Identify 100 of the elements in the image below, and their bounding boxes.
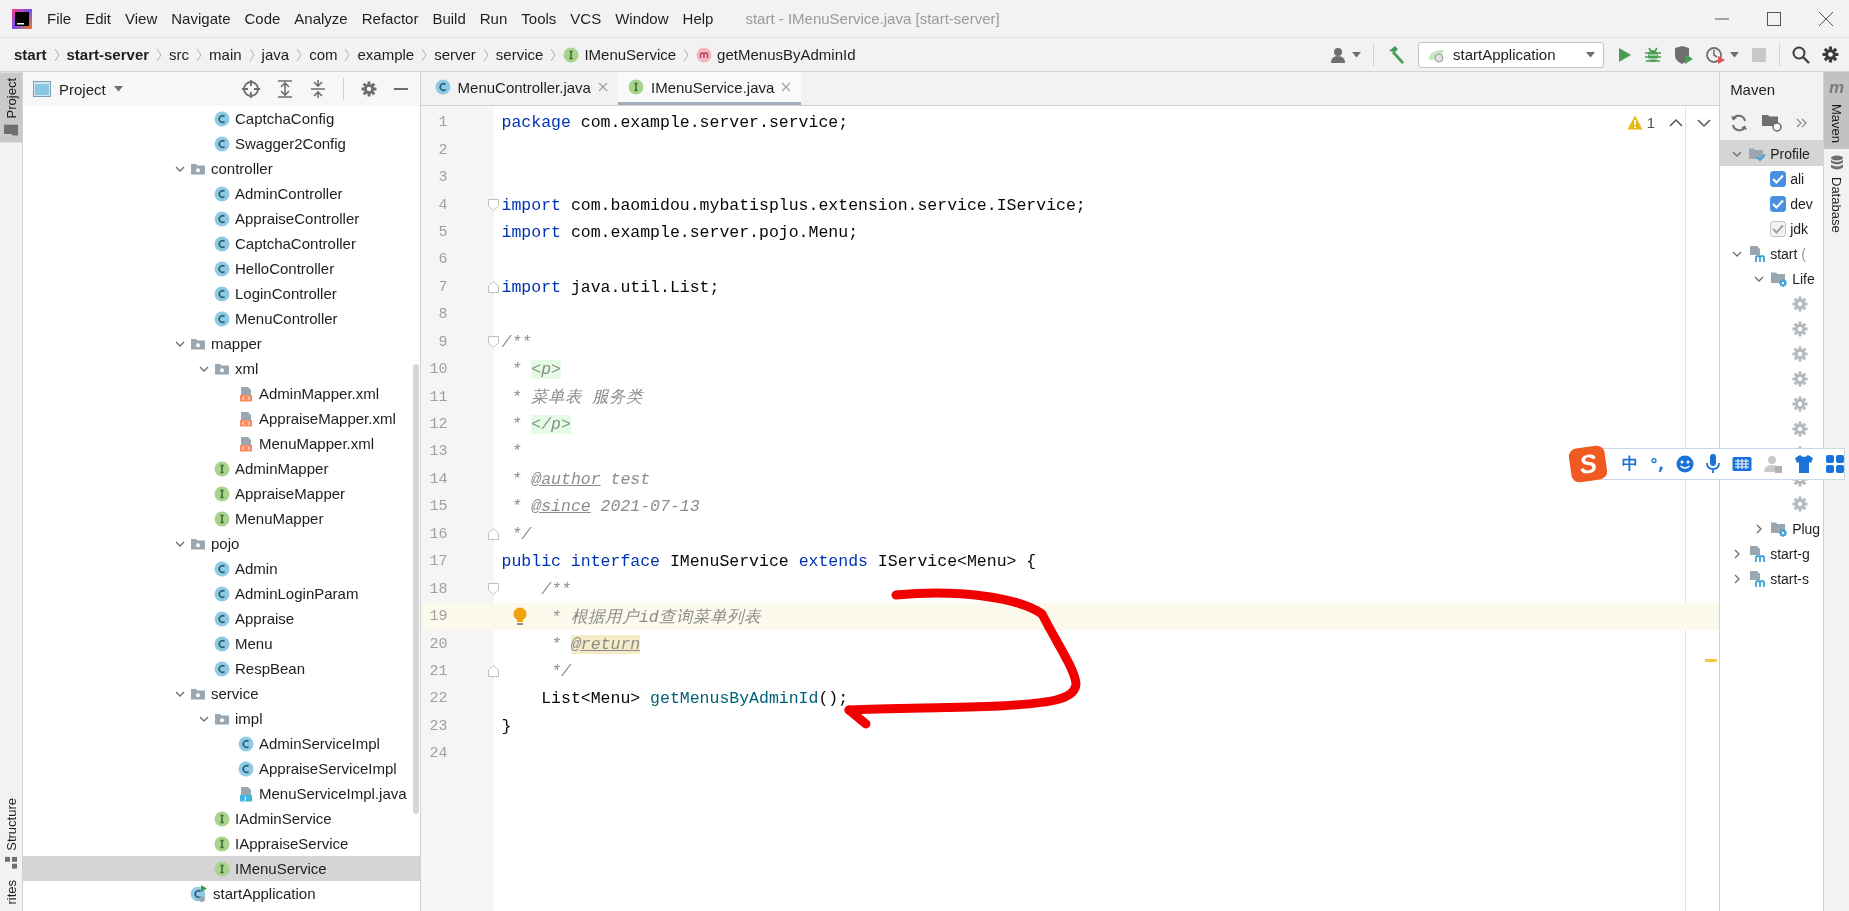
tree-item[interactable]: Profile — [1720, 141, 1823, 166]
tree-item[interactable]: IMenuService — [23, 856, 420, 881]
maximize-icon[interactable] — [1767, 11, 1781, 26]
menubar-entry[interactable]: Refactor — [354, 10, 426, 27]
tree-item[interactable]: IAppraiseService — [23, 831, 420, 856]
close-icon[interactable] — [1819, 11, 1833, 26]
tree-item[interactable]: start-s — [1720, 566, 1823, 591]
tree-item[interactable]: service — [23, 681, 420, 706]
tree-item[interactable]: Life — [1720, 266, 1823, 291]
breadcrumb-item[interactable]: com — [309, 46, 338, 63]
breadcrumb-item[interactable]: java — [261, 46, 290, 63]
run-configuration-dropdown[interactable]: startApplication — [1418, 41, 1604, 68]
breadcrumb-item[interactable]: IMenuService — [563, 46, 677, 63]
breadcrumb-item[interactable]: src — [169, 46, 190, 63]
tree-item[interactable]: IAdminService — [23, 806, 420, 831]
menubar-entry[interactable]: Help — [675, 10, 721, 27]
tree-item[interactable]: MenuController — [23, 306, 420, 331]
editor-tab[interactable]: IMenuService.java — [617, 72, 802, 105]
search-icon[interactable] — [1792, 45, 1810, 64]
tree-item[interactable]: MenuServiceImpl.java — [23, 781, 420, 806]
checkbox[interactable] — [1770, 195, 1787, 212]
emoji-icon[interactable] — [1676, 455, 1695, 473]
tool-window-tab[interactable]: Structure — [0, 791, 22, 875]
tree-item[interactable]: mapper — [23, 331, 420, 356]
menubar-entry[interactable]: Code — [237, 10, 288, 27]
locate-icon[interactable] — [241, 80, 260, 98]
tree-item[interactable]: AppraiseMapper — [23, 481, 420, 506]
keyboard-icon[interactable] — [1732, 456, 1753, 472]
fold-marker-icon[interactable] — [487, 665, 499, 678]
expand-all-icon[interactable] — [276, 80, 293, 98]
tree-item[interactable]: CaptchaConfig — [23, 106, 420, 131]
tree-item[interactable]: AdminServiceImpl — [23, 731, 420, 756]
menubar-entry[interactable]: Window — [608, 10, 676, 27]
tree-item[interactable]: AppraiseServiceImpl — [23, 756, 420, 781]
more-icon[interactable] — [1796, 118, 1809, 128]
settings-icon[interactable] — [1822, 46, 1839, 63]
tree-item[interactable]: Admin — [23, 556, 420, 581]
tree-item[interactable]: pojo — [23, 531, 420, 556]
breadcrumb-item[interactable]: example — [357, 46, 415, 63]
tool-window-tab[interactable]: Database — [1824, 149, 1849, 239]
tree-item[interactable]: start-g — [1720, 541, 1823, 566]
fold-marker-icon[interactable] — [487, 336, 499, 349]
warning-count[interactable]: 1 — [1626, 114, 1656, 131]
menubar-entry[interactable]: Analyze — [287, 10, 355, 27]
collapse-all-icon[interactable] — [309, 80, 326, 98]
microphone-icon[interactable] — [1706, 454, 1721, 474]
previous-icon[interactable] — [1669, 117, 1684, 128]
tree-item[interactable]: AppraiseController — [23, 206, 420, 231]
profiler-icon[interactable] — [1706, 45, 1726, 64]
tree-item[interactable]: LoginController — [23, 281, 420, 306]
checkbox[interactable] — [1770, 170, 1787, 187]
tree-item[interactable]: MenuMapper.xml — [23, 431, 420, 456]
lightbulb-icon[interactable] — [512, 606, 527, 627]
tree-item[interactable]: AdminMapper — [23, 456, 420, 481]
menubar-entry[interactable]: Build — [425, 10, 473, 27]
settings-icon[interactable] — [360, 81, 377, 97]
punctuation-toggle[interactable]: °, — [1650, 454, 1665, 474]
folder-sync-icon[interactable] — [1762, 114, 1783, 132]
tree-item[interactable]: controller — [23, 156, 420, 181]
next-icon[interactable] — [1697, 117, 1712, 128]
tool-window-tab[interactable]: rites — [0, 874, 22, 911]
grid-icon[interactable] — [1826, 455, 1845, 473]
panel-title[interactable]: Project — [59, 80, 106, 98]
menubar-entry[interactable]: File — [40, 10, 79, 27]
debug-icon[interactable] — [1644, 45, 1662, 64]
tree-item[interactable]: AdminLoginParam — [23, 581, 420, 606]
tree-item[interactable]: HelloController — [23, 256, 420, 281]
tree-item[interactable]: Menu — [23, 631, 420, 656]
tool-window-tab[interactable]: Project — [0, 72, 22, 143]
tree-item[interactable]: MenuMapper — [23, 506, 420, 531]
tree-item[interactable]: Appraise — [23, 606, 420, 631]
run-icon[interactable] — [1616, 46, 1632, 63]
menubar-entry[interactable]: Edit — [78, 10, 119, 27]
fold-marker-icon[interactable] — [487, 199, 499, 212]
breadcrumb-item[interactable]: service — [495, 46, 544, 63]
tree-item[interactable]: startApplication — [23, 881, 420, 906]
menubar-entry[interactable]: VCS — [563, 10, 609, 27]
breadcrumb-item[interactable]: main — [209, 46, 242, 63]
menubar-entry[interactable]: Navigate — [164, 10, 238, 27]
coverage-icon[interactable] — [1674, 45, 1694, 64]
menubar-entry[interactable]: View — [118, 10, 165, 27]
error-stripe-marker[interactable] — [1705, 659, 1718, 662]
tree-item[interactable]: RespBean — [23, 656, 420, 681]
tree-item[interactable]: CaptchaController — [23, 231, 420, 256]
menubar-entry[interactable]: Run — [472, 10, 515, 27]
tree-item[interactable]: Swagger2Config — [23, 131, 420, 156]
input-mode-toggle[interactable]: 中 — [1622, 453, 1638, 475]
tree-item[interactable]: start ( — [1720, 241, 1823, 266]
shirt-icon[interactable] — [1794, 455, 1815, 473]
fold-marker-icon[interactable] — [487, 583, 499, 596]
tree-item[interactable]: AdminMapper.xml — [23, 381, 420, 406]
refresh-icon[interactable] — [1730, 114, 1749, 132]
breadcrumb-item[interactable]: start — [14, 46, 47, 63]
editor-tab[interactable]: MenuController.java — [424, 72, 618, 105]
tree-item[interactable]: AppraiseMapper.xml — [23, 406, 420, 431]
tree-item[interactable]: Plug — [1720, 516, 1823, 541]
tree-item[interactable]: AdminController — [23, 181, 420, 206]
breadcrumb-item[interactable]: start-server — [66, 46, 150, 63]
breadcrumb-item[interactable]: getMenusByAdminId — [696, 46, 856, 63]
fold-marker-icon[interactable] — [487, 528, 499, 541]
